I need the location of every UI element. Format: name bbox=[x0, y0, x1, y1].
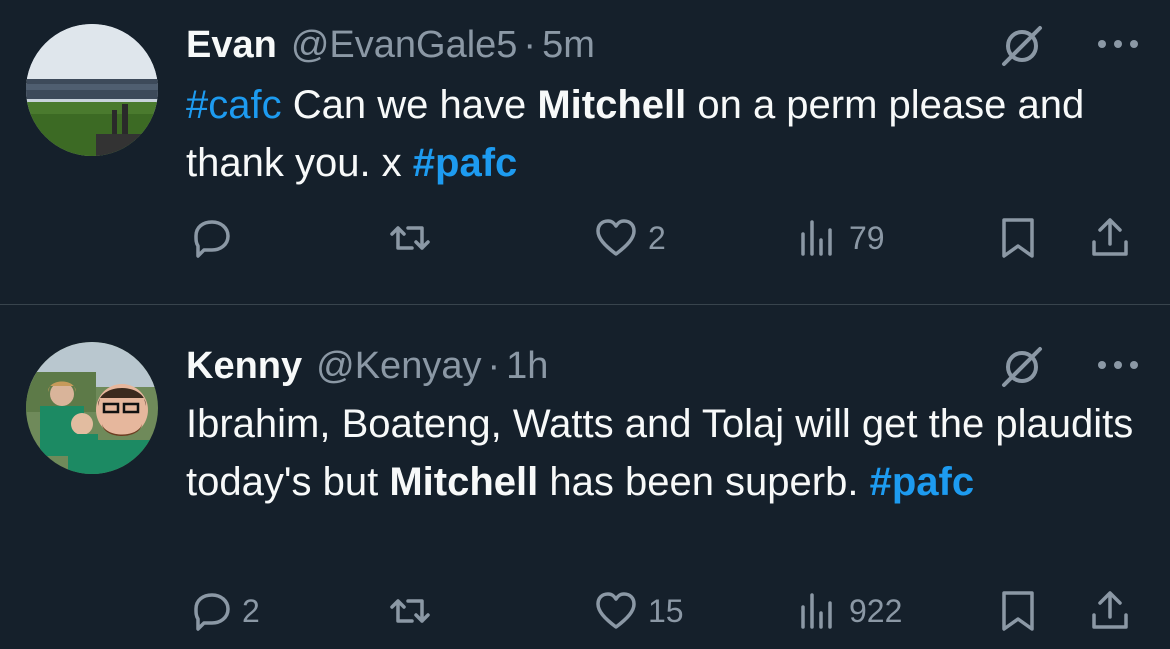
hashtag-link[interactable]: #pafc bbox=[870, 460, 975, 504]
user-handle[interactable]: @EvanGale5 bbox=[291, 26, 518, 64]
more-icon[interactable] bbox=[1096, 355, 1140, 375]
tweet[interactable]: Evan @EvanGale5 · 5m #cafc Can we have M… bbox=[0, 0, 1170, 305]
reply-button[interactable]: 2 bbox=[188, 587, 260, 635]
views-icon bbox=[801, 220, 832, 256]
views-icon bbox=[801, 593, 832, 629]
text-segment: has been superb. bbox=[538, 460, 870, 504]
like-icon bbox=[596, 592, 636, 629]
share-button[interactable] bbox=[1088, 587, 1132, 635]
display-name[interactable]: Kenny bbox=[186, 347, 302, 385]
timestamp[interactable]: 1h bbox=[506, 347, 548, 385]
views-count: 79 bbox=[849, 219, 885, 256]
share-icon bbox=[1092, 218, 1128, 256]
grok-icon[interactable] bbox=[1000, 24, 1044, 68]
hashtag-link[interactable]: #cafc bbox=[186, 83, 282, 127]
tweet-text: #cafc Can we have Mitchell on a perm ple… bbox=[186, 76, 1146, 192]
text-segment: Can we have bbox=[281, 83, 538, 127]
bookmark-button[interactable] bbox=[996, 587, 1040, 635]
action-bar: 2 15 922 bbox=[0, 587, 1170, 635]
retweet-button[interactable] bbox=[388, 587, 442, 635]
bookmark-icon bbox=[1002, 218, 1034, 258]
tweet[interactable]: Kenny @Kenyay · 1h Ibrahim, Boateng, Wat… bbox=[0, 305, 1170, 649]
reply-count: 2 bbox=[242, 592, 260, 629]
user-handle[interactable]: @Kenyay bbox=[316, 347, 481, 385]
share-button[interactable] bbox=[1088, 214, 1132, 262]
more-icon[interactable] bbox=[1096, 34, 1140, 54]
hashtag-link[interactable]: #pafc bbox=[413, 141, 518, 185]
retweet-button[interactable] bbox=[388, 214, 442, 262]
tweet-text: Ibrahim, Boateng, Watts and Tolaj will g… bbox=[186, 395, 1146, 511]
like-button[interactable]: 2 bbox=[594, 214, 666, 262]
views-button[interactable]: 79 bbox=[795, 214, 885, 262]
like-button[interactable]: 15 bbox=[594, 587, 684, 635]
bold-text: Mitchell bbox=[537, 83, 687, 127]
timestamp[interactable]: 5m bbox=[542, 26, 595, 64]
like-count: 2 bbox=[648, 219, 666, 256]
reply-icon bbox=[194, 220, 230, 258]
views-count: 922 bbox=[849, 592, 903, 629]
separator: · bbox=[523, 24, 537, 66]
tweet-header: Evan @EvanGale5 · 5m bbox=[186, 26, 595, 64]
like-count: 15 bbox=[648, 592, 684, 629]
like-icon bbox=[596, 219, 636, 256]
reply-button[interactable] bbox=[188, 214, 242, 262]
avatar[interactable] bbox=[26, 342, 158, 474]
grok-icon[interactable] bbox=[1000, 345, 1044, 389]
bookmark-button[interactable] bbox=[996, 214, 1040, 262]
bookmark-icon bbox=[1002, 591, 1034, 631]
separator: · bbox=[487, 345, 501, 387]
retweet-icon bbox=[390, 599, 430, 623]
share-icon bbox=[1092, 591, 1128, 629]
action-bar: 2 79 bbox=[0, 214, 1170, 262]
bold-text: Mitchell bbox=[389, 460, 539, 504]
views-button[interactable]: 922 bbox=[795, 587, 902, 635]
display-name[interactable]: Evan bbox=[186, 26, 277, 64]
avatar[interactable] bbox=[26, 24, 158, 156]
tweet-header: Kenny @Kenyay · 1h bbox=[186, 347, 548, 385]
retweet-icon bbox=[390, 226, 430, 250]
reply-icon bbox=[194, 593, 230, 631]
